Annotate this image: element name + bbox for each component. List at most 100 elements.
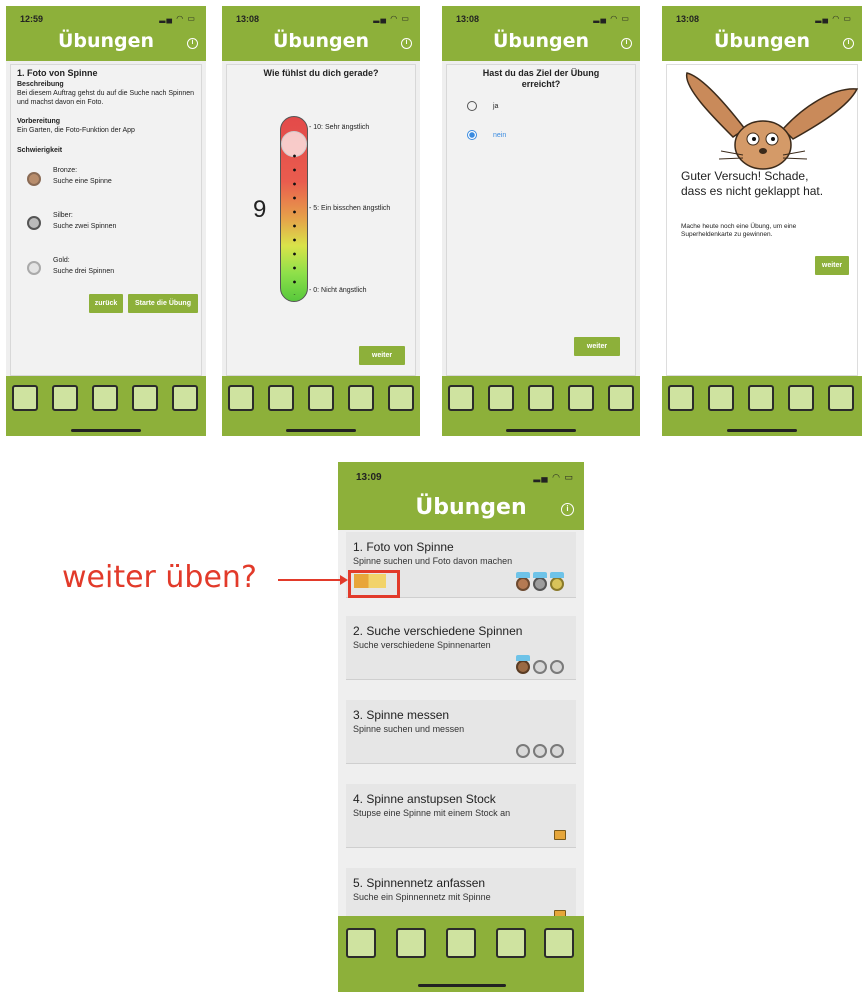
result-hint: Mache heute noch eine Übung, um eine Sup… xyxy=(681,223,797,238)
info-icon[interactable]: i xyxy=(561,503,574,516)
checklist-icon[interactable] xyxy=(268,385,294,411)
bottom-nav xyxy=(222,376,420,436)
info-icon[interactable]: i xyxy=(621,38,632,49)
option-label: ja xyxy=(493,103,499,110)
start-exercise-button[interactable]: Starte die Übung xyxy=(128,294,198,313)
market-stall-icon[interactable] xyxy=(608,385,634,411)
checklist-icon[interactable] xyxy=(52,385,78,411)
header: 13:08 ▂▄ ◠ ▭ Übungen i xyxy=(662,6,862,61)
person-at-desk-icon[interactable] xyxy=(346,928,376,958)
exercise-title: 2. Suche verschiedene Spinnen xyxy=(353,624,523,638)
option-label: nein xyxy=(493,132,507,139)
next-button[interactable]: weiter xyxy=(815,256,849,275)
result-message: Guter Versuch! Schade, dass es nicht gek… xyxy=(681,169,824,198)
gold-medal-icon xyxy=(27,261,41,275)
exercise-card-3[interactable]: 3. Spinne messen Spinne suchen und messe… xyxy=(346,700,576,764)
header: 13:08 ▂▄ ◠ ▭ Übungen i xyxy=(442,6,640,61)
screen-exercise-list: 13:09 ▂▄ ◠ ▭ Übungen i 1. Foto von Spinn… xyxy=(338,462,584,992)
preparation-label: Vorbereitung xyxy=(17,118,61,125)
level-desc: Suche zwei Spinnen xyxy=(53,223,117,230)
exercise-subtitle: Spinne suchen und Foto davon machen xyxy=(353,556,513,566)
info-icon[interactable]: i xyxy=(187,38,198,49)
level-desc: Suche eine Spinne xyxy=(53,178,112,185)
status-time: 13:08 xyxy=(456,14,480,24)
bottom-nav xyxy=(338,916,584,992)
camera-photo-icon[interactable] xyxy=(528,385,554,411)
result-panel: Guter Versuch! Schade, dass es nicht gek… xyxy=(666,64,859,376)
market-stall-icon[interactable] xyxy=(172,385,198,411)
bottom-nav xyxy=(662,376,862,436)
silver-medal-empty-icon xyxy=(533,744,547,758)
market-stall-icon[interactable] xyxy=(388,385,414,411)
page-title: Übungen xyxy=(415,495,527,520)
home-indicator xyxy=(71,429,141,432)
preparation-text: Ein Garten, die Foto-Funktion der App xyxy=(17,127,135,134)
exercise-card-2[interactable]: 2. Suche verschiedene Spinnen Suche vers… xyxy=(346,616,576,680)
lock-icon xyxy=(554,830,566,840)
info-icon[interactable]: i xyxy=(843,38,854,49)
person-at-desk-icon[interactable] xyxy=(12,385,38,411)
exercise-subtitle: Suche ein Spinnennetz mit Spinne xyxy=(353,892,491,902)
bronze-medal-icon xyxy=(516,572,530,591)
radio-unchecked-icon[interactable] xyxy=(467,101,477,111)
radio-checked-icon[interactable] xyxy=(467,130,477,140)
exercise-card-4[interactable]: 4. Spinne anstupsen Stock Stupse eine Sp… xyxy=(346,784,576,848)
market-stall-icon[interactable] xyxy=(544,928,574,958)
status-icons: ▂▄ ◠ ▭ xyxy=(533,472,574,482)
camera-photo-icon[interactable] xyxy=(308,385,334,411)
framed-card-icon[interactable] xyxy=(132,385,158,411)
checklist-icon[interactable] xyxy=(708,385,734,411)
feeling-value: 9 xyxy=(253,196,267,223)
camera-photo-icon[interactable] xyxy=(748,385,774,411)
anxiety-scale-bar[interactable] xyxy=(280,116,308,302)
person-at-desk-icon[interactable] xyxy=(448,385,474,411)
framed-card-icon[interactable] xyxy=(348,385,374,411)
status-icons: ▂▄ ◠ ▭ xyxy=(373,14,410,23)
next-button[interactable]: weiter xyxy=(359,346,405,365)
back-button[interactable]: zurück xyxy=(89,294,123,313)
gold-medal-icon xyxy=(550,572,564,591)
description-text: Bei diesem Auftrag gehst du auf die Such… xyxy=(17,90,195,106)
next-button[interactable]: weiter xyxy=(574,337,620,356)
person-at-desk-icon[interactable] xyxy=(668,385,694,411)
checklist-icon[interactable] xyxy=(396,928,426,958)
info-icon[interactable]: i xyxy=(401,38,412,49)
framed-card-icon[interactable] xyxy=(568,385,594,411)
header: 12:59 ▂▄ ◠ ▭ Übungen i xyxy=(6,6,206,61)
camera-photo-icon[interactable] xyxy=(92,385,118,411)
difficulty-label: Schwierigkeit xyxy=(17,147,63,154)
screen-feeling-scale: 13:08 ▂▄ ◠ ▭ Übungen i Wie fühlst du dic… xyxy=(222,6,420,436)
scale-label-10: - 10: Sehr ängstlich xyxy=(309,124,370,131)
exercise-title: 5. Spinnennetz anfassen xyxy=(353,876,486,890)
market-stall-icon[interactable] xyxy=(828,385,854,411)
camera-photo-icon[interactable] xyxy=(446,928,476,958)
level-desc: Suche drei Spinnen xyxy=(53,268,115,275)
screen-result: 13:08 ▂▄ ◠ ▭ Übungen i Guter Versuch! Sc… xyxy=(662,6,862,436)
bronze-medal-icon xyxy=(27,172,41,186)
exercise-title: 1. Foto von Spinne xyxy=(353,540,454,554)
status-icons: ▂▄ ◠ ▭ xyxy=(159,14,196,23)
exercise-card-5[interactable]: 5. Spinnennetz anfassen Suche ein Spinne… xyxy=(346,868,576,916)
exercise-title: 3. Spinne messen xyxy=(353,708,450,722)
annotation-highlight-box xyxy=(348,570,400,598)
checklist-icon[interactable] xyxy=(488,385,514,411)
exercise-subtitle: Spinne suchen und messen xyxy=(353,724,465,734)
page-title: Übungen xyxy=(272,30,370,52)
framed-card-icon[interactable] xyxy=(496,928,526,958)
gold-medal-empty-icon xyxy=(550,660,564,674)
bronze-medal-icon xyxy=(516,655,530,674)
scale-label-0: - 0: Nicht ängstlich xyxy=(309,287,367,294)
exercise-subtitle: Suche verschiedene Spinnenarten xyxy=(353,640,491,650)
silver-medal-empty-icon xyxy=(533,660,547,674)
exercise-subtitle: Stupse eine Spinne mit einem Stock an xyxy=(353,808,511,818)
scale-label-5: - 5: Ein bisschen ängstlich xyxy=(309,205,391,212)
feeling-question: Wie fühlst du dich gerade? xyxy=(263,68,379,78)
bottom-nav xyxy=(6,376,206,436)
home-indicator xyxy=(727,429,797,432)
page-title: Übungen xyxy=(57,30,155,52)
status-time: 13:08 xyxy=(676,14,700,24)
framed-card-icon[interactable] xyxy=(788,385,814,411)
person-at-desk-icon[interactable] xyxy=(228,385,254,411)
status-time: 13:08 xyxy=(236,14,260,24)
exercise-heading: 1. Foto von Spinne xyxy=(17,68,98,78)
